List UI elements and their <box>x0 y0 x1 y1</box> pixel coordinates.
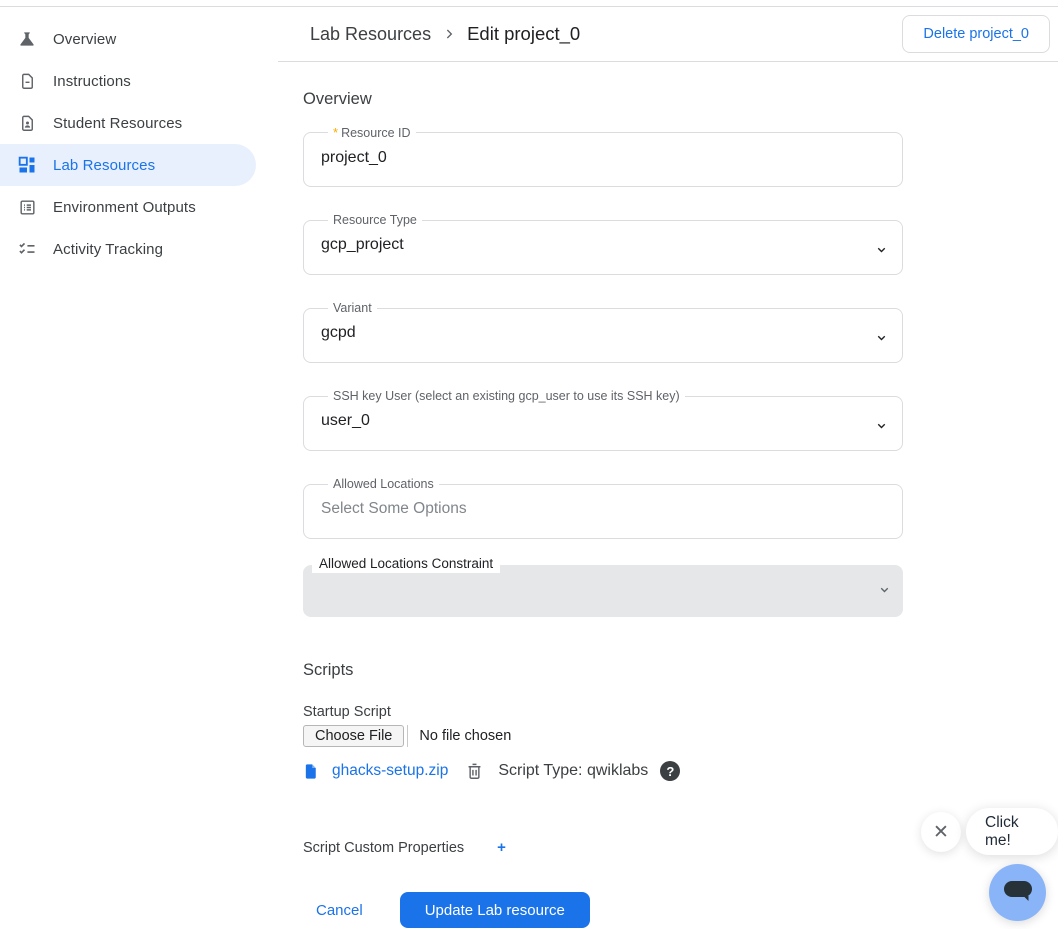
uploaded-script-row: ghacks-setup.zip Script Type: qwiklabs ? <box>303 761 1058 781</box>
checklist-icon <box>17 239 37 259</box>
sidebar-item-label: Environment Outputs <box>53 198 196 216</box>
resource-id-label: * Resource ID <box>333 125 411 140</box>
sidebar-item-label: Activity Tracking <box>53 240 164 258</box>
update-lab-resource-button[interactable]: Update Lab resource <box>399 892 590 928</box>
resource-type-value: gcp_project <box>321 236 404 253</box>
choose-file-button[interactable]: Choose File <box>303 725 405 747</box>
sidebar: Overview Instructions Student Resources … <box>0 7 278 928</box>
allowed-locations-input[interactable]: Select Some Options <box>321 495 886 518</box>
chevron-down-icon <box>875 243 888 261</box>
page-header: Lab Resources Edit project_0 Delete proj… <box>278 7 1058 62</box>
close-icon[interactable]: ✕ <box>921 812 961 852</box>
startup-script-label: Startup Script <box>303 704 391 720</box>
ssh-key-user-select[interactable]: SSH key User (select an existing gcp_use… <box>303 389 903 451</box>
speech-bubble-icon <box>1002 878 1034 907</box>
list-icon <box>17 197 37 217</box>
chat-button[interactable] <box>989 864 1046 921</box>
script-file-link[interactable]: ghacks-setup.zip <box>332 762 448 780</box>
required-marker: * <box>333 125 339 140</box>
overview-section-title: Overview <box>303 90 372 108</box>
allowed-locations-constraint-field: Allowed Locations Constraint <box>303 555 903 617</box>
chevron-down-icon <box>878 583 891 601</box>
sidebar-item-student-resources[interactable]: Student Resources <box>0 102 278 144</box>
sidebar-item-label: Instructions <box>53 72 131 90</box>
sidebar-item-lab-resources[interactable]: Lab Resources <box>0 144 256 186</box>
delete-project-button[interactable]: Delete project_0 <box>902 15 1050 53</box>
script-custom-properties-label: Script Custom Properties <box>303 839 465 856</box>
resource-type-select[interactable]: Resource Type gcp_project <box>303 213 903 275</box>
cancel-button[interactable]: Cancel <box>316 902 363 919</box>
add-property-button[interactable]: + <box>497 839 506 856</box>
help-icon[interactable]: ? <box>660 761 681 781</box>
variant-label: Variant <box>333 301 372 315</box>
sidebar-item-instructions[interactable]: Instructions <box>0 60 278 102</box>
form-actions: Cancel Update Lab resource <box>303 892 1058 928</box>
allowed-locations-field[interactable]: Allowed Locations Select Some Options <box>303 477 903 539</box>
sidebar-item-environment-outputs[interactable]: Environment Outputs <box>0 186 278 228</box>
breadcrumb: Lab Resources Edit project_0 <box>310 23 580 45</box>
startup-script-file-input: Choose File No file chosen <box>303 725 1058 747</box>
file-icon <box>303 763 320 780</box>
variant-value: gcpd <box>321 324 356 341</box>
sidebar-item-label: Overview <box>53 30 117 48</box>
resource-id-input[interactable]: project_0 <box>321 144 886 167</box>
resource-type-label: Resource Type <box>333 213 417 227</box>
chat-tooltip[interactable]: Click me! <box>966 808 1058 855</box>
top-divider <box>0 0 1058 7</box>
allowed-locations-label: Allowed Locations <box>333 477 434 491</box>
no-file-chosen-text: No file chosen <box>419 728 512 744</box>
scripts-section-title: Scripts <box>303 661 354 679</box>
breadcrumb-current: Edit project_0 <box>467 23 581 44</box>
allowed-locations-constraint-label: Allowed Locations Constraint <box>312 555 501 573</box>
sidebar-item-label: Student Resources <box>53 114 183 132</box>
ssh-key-user-value: user_0 <box>321 412 370 429</box>
ssh-key-user-label: SSH key User (select an existing gcp_use… <box>333 389 680 403</box>
dashboard-icon <box>17 155 37 175</box>
flask-icon <box>17 29 37 49</box>
chevron-down-icon <box>875 331 888 349</box>
chevron-down-icon <box>875 419 888 437</box>
breadcrumb-lab-resources[interactable]: Lab Resources <box>310 24 431 45</box>
sidebar-item-activity-tracking[interactable]: Activity Tracking <box>0 228 278 270</box>
sidebar-item-overview[interactable]: Overview <box>0 18 278 60</box>
resource-id-field[interactable]: * Resource ID project_0 <box>303 125 903 187</box>
document-icon <box>17 71 37 91</box>
script-type-text: Script Type: qwiklabs <box>498 762 649 779</box>
sidebar-item-label: Lab Resources <box>53 156 156 174</box>
edit-resource-form: Overview * Resource ID project_0 Resource… <box>278 62 1058 928</box>
delete-script-icon[interactable] <box>465 762 484 781</box>
variant-select[interactable]: Variant gcpd <box>303 301 903 363</box>
chevron-right-icon <box>441 26 457 42</box>
student-document-icon <box>17 113 37 133</box>
file-input-divider <box>407 725 409 747</box>
